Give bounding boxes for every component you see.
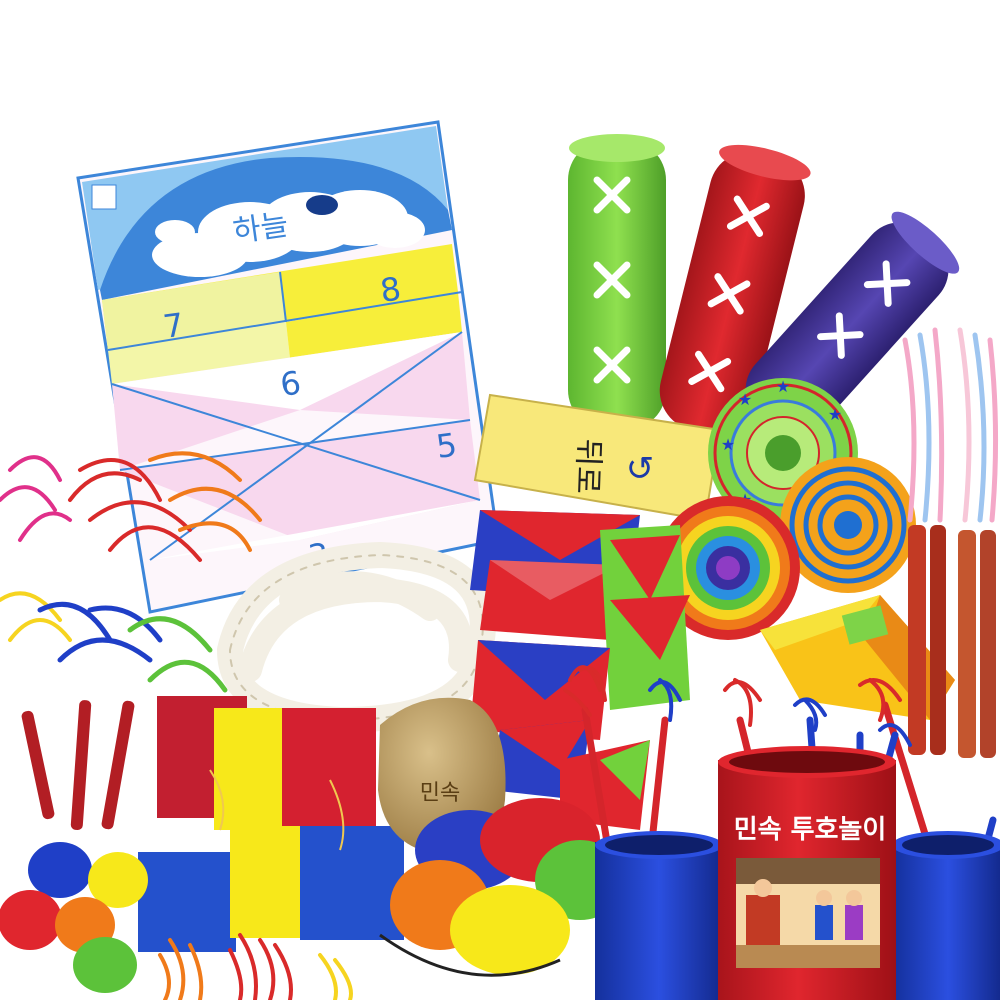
star-icon: ★: [738, 390, 752, 409]
paddle-label: 뒤로: [569, 438, 606, 494]
can-illustration: [736, 858, 880, 968]
star-icon: ★: [721, 435, 735, 454]
red-tuho-can: 민속 투호놀이: [718, 746, 896, 1000]
rope-coil: [217, 541, 496, 734]
star-icon: ★: [828, 405, 842, 424]
bottom-tassels: [158, 933, 353, 1000]
green-foam-tube: [568, 134, 666, 430]
ribbon-batons: [902, 327, 999, 758]
blue-can-left: [595, 831, 723, 1000]
bag-label: 민속: [420, 781, 460, 806]
can-title: 민속 투호놀이: [734, 815, 887, 845]
tassel-sticks: [21, 700, 135, 830]
blue-can-right: [892, 831, 1000, 1000]
hopscotch-board: 하늘 7 8 6 5 3: [76, 120, 500, 614]
back-arrow-icon: ↺: [626, 449, 655, 489]
colored-cards: [138, 696, 404, 952]
spinning-top-spiral: [780, 457, 916, 593]
star-icon: ★: [776, 377, 790, 396]
folk-games-set-photo: 하늘 7 8 6 5 3 뒤로 ↺ ★ ★ ★ ★ 민속 민속 투호놀이: [0, 120, 1000, 1000]
